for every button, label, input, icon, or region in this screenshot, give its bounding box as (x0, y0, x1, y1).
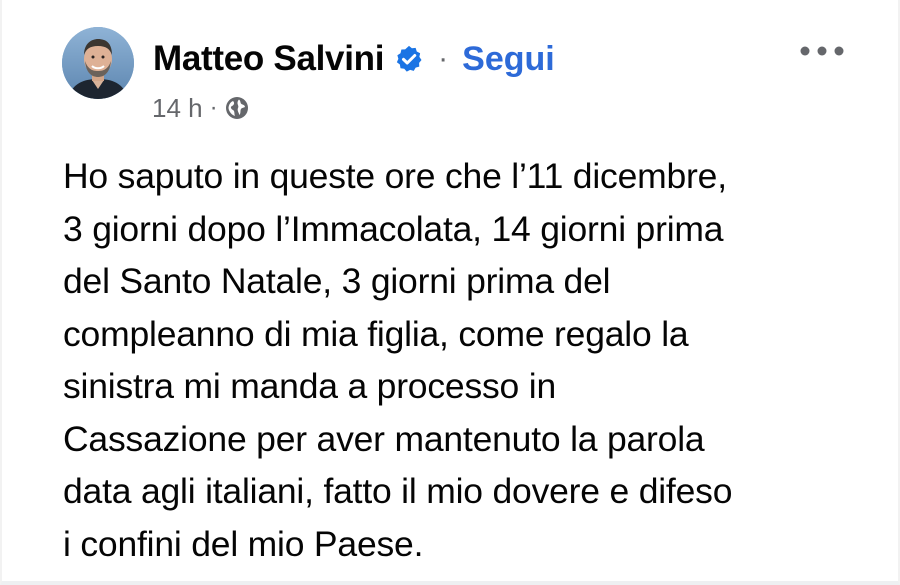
post-card: Matteo Salvini · Segui 14 h · Ho saputo … (0, 0, 900, 585)
avatar-image (62, 27, 134, 99)
post-meta: 14 h · (152, 90, 249, 126)
meta-separator-dot: · (209, 94, 218, 121)
post-text-line: i confini del mio Paese. (63, 523, 424, 564)
post-text-line: del Santo Natale, 3 giorni prima del (63, 261, 611, 301)
post-text-line: 3 giorni dopo l’Immacolata, 14 giorni pr… (63, 208, 724, 249)
author-line: Matteo Salvini · Segui (153, 34, 555, 84)
avatar[interactable] (62, 27, 134, 99)
post-text-line: data agli italiani, fatto il mio dovere … (63, 471, 733, 511)
post-text: Ho saputo in queste ore che l’11 dicembr… (63, 150, 863, 570)
follow-button[interactable]: Segui (462, 40, 555, 79)
post-text-line: sinistra mi manda a processo in (63, 366, 556, 406)
globe-icon[interactable] (225, 96, 249, 120)
more-options-icon (800, 46, 844, 56)
more-options-button[interactable] (792, 36, 852, 66)
post-header: Matteo Salvini · Segui 14 h · (2, 0, 898, 130)
separator-dot: · (438, 42, 449, 75)
post-text-line: Cassazione per aver mantenuto la parola (63, 418, 705, 459)
verified-badge-icon (394, 44, 424, 74)
author-name[interactable]: Matteo Salvini (153, 39, 384, 79)
post-text-line: Ho saputo in queste ore che l’11 dicembr… (63, 156, 727, 196)
timestamp[interactable]: 14 h (152, 93, 203, 124)
post-text-line: compleanno di mia figlia, come regalo la (63, 313, 689, 354)
